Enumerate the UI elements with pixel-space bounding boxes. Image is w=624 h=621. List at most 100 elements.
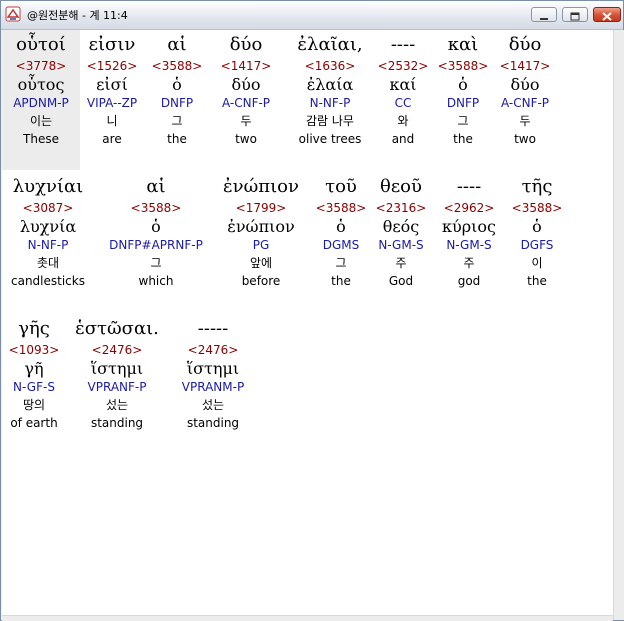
- english-gloss: the: [167, 132, 187, 146]
- horizontal-scrollbar[interactable]: [2, 615, 613, 621]
- strong-number: <3778>: [15, 59, 67, 73]
- korean-gloss: 섰는: [201, 398, 225, 412]
- lemma-word: κύριος: [442, 217, 496, 236]
- strong-number: <3588>: [130, 201, 182, 215]
- word-3-3[interactable]: ----- <2476> ἵστημι VPRANM-P 섰는 standing: [170, 316, 256, 431]
- greek-word: τῆς: [521, 176, 553, 197]
- lemma-word: ὁ: [172, 75, 182, 94]
- strong-number: <2476>: [187, 343, 239, 357]
- strong-number: <1417>: [220, 59, 272, 73]
- strong-number: <3588>: [437, 59, 489, 73]
- word-2-7[interactable]: τῆς <3588> ὁ DGFS 이 the: [510, 174, 564, 289]
- korean-gloss: 땅의: [22, 398, 46, 412]
- strong-number: <1636>: [304, 59, 356, 73]
- korean-gloss: 이는: [29, 114, 53, 128]
- word-2-6[interactable]: ---- <2962> κύριος N-GM-S 주 god: [434, 174, 504, 289]
- lemma-word: ἵστημι: [186, 359, 240, 378]
- minimize-button[interactable]: [531, 7, 557, 22]
- korean-gloss: 주: [463, 256, 475, 270]
- english-gloss: which: [138, 274, 174, 288]
- interlinear-view[interactable]: οὗτοί <3778> οὗτος APDNM-P 이는 These εἰσι…: [2, 30, 613, 615]
- english-gloss: olive trees: [298, 132, 362, 146]
- greek-word: αἱ: [146, 176, 166, 197]
- strong-number: <1417>: [499, 59, 551, 73]
- strong-number: <2476>: [91, 343, 143, 357]
- greek-word: ἑστῶσαι.: [75, 318, 159, 339]
- close-button[interactable]: [593, 7, 621, 22]
- korean-gloss: 그: [171, 114, 183, 128]
- app-icon: [5, 6, 21, 22]
- close-icon: [602, 12, 612, 21]
- greek-word: -----: [197, 318, 229, 339]
- greek-word: δύο: [508, 34, 542, 55]
- korean-gloss: 촛대: [36, 256, 60, 270]
- korean-gloss: 니: [106, 114, 118, 128]
- title-bar[interactable]: @원전분해 - 계 11:4: [1, 1, 623, 30]
- parsing-code: A-CNF-P: [500, 96, 550, 110]
- vertical-scrollbar[interactable]: [613, 30, 624, 620]
- english-gloss: of earth: [10, 416, 58, 430]
- korean-gloss: 이: [531, 256, 543, 270]
- word-2-4[interactable]: τοῦ <3588> ὁ DGMS 그 the: [314, 174, 368, 289]
- lemma-word: ὁ: [336, 217, 346, 236]
- lemma-word: γῆ: [24, 359, 44, 378]
- english-gloss: two: [235, 132, 257, 146]
- greek-word: εἰσιν: [88, 34, 136, 55]
- word-3-2[interactable]: ἑστῶσαι. <2476> ἵστημι VPRANF-P 섰는 stand…: [72, 316, 162, 431]
- english-gloss: the: [453, 132, 473, 146]
- english-gloss: the: [331, 274, 351, 288]
- korean-gloss: 주: [395, 256, 407, 270]
- strong-number: <1093>: [8, 343, 60, 357]
- parsing-code: DGMS: [322, 238, 360, 252]
- maximize-button[interactable]: [562, 7, 588, 22]
- parsing-code: N-NF-P: [309, 96, 351, 110]
- word-2-1[interactable]: λυχνίαι <3087> λυχνία N-NF-P 촛대 candlest…: [6, 174, 90, 289]
- word-1-5[interactable]: ἐλαῖαι, <1636> ἐλαία N-NF-P 감람 나무 olive …: [289, 32, 371, 147]
- english-gloss: standing: [90, 416, 144, 430]
- english-gloss: candlesticks: [11, 274, 85, 288]
- parsing-code: APDNM-P: [13, 96, 69, 110]
- korean-gloss: 섰는: [105, 398, 129, 412]
- word-1-7[interactable]: καὶ <3588> ὁ DNFP 그 the: [436, 32, 490, 147]
- word-2-2[interactable]: αἱ <3588> ὁ DNFP#APRNF-P 그 which: [106, 174, 206, 289]
- greek-word: ἐνώπιον: [223, 176, 299, 197]
- english-gloss: These: [23, 132, 59, 146]
- strong-number: <3588>: [151, 59, 203, 73]
- greek-word: τοῦ: [325, 176, 357, 197]
- word-1-3[interactable]: αἱ <3588> ὁ DNFP 그 the: [150, 32, 204, 147]
- korean-gloss: 그: [335, 256, 347, 270]
- parsing-code: N-GM-S: [446, 238, 492, 252]
- word-1-4[interactable]: δύο <1417> δύο A-CNF-P 두 two: [214, 32, 278, 147]
- parsing-code: VIPA--ZP: [86, 96, 138, 110]
- parsing-code: VPRANF-P: [87, 380, 147, 394]
- word-1-1[interactable]: οὗτοί <3778> οὗτος APDNM-P 이는 These: [2, 32, 80, 147]
- english-gloss: standing: [186, 416, 240, 430]
- lemma-word: ἵστημι: [90, 359, 144, 378]
- word-1-8[interactable]: δύο <1417> δύο A-CNF-P 두 two: [494, 32, 556, 147]
- greek-word: ἐλαῖαι,: [297, 34, 363, 55]
- strong-number: <2316>: [375, 201, 427, 215]
- korean-gloss: 두: [240, 114, 252, 128]
- strong-number: <2962>: [443, 201, 495, 215]
- strong-number: <1526>: [86, 59, 138, 73]
- parsing-code: PG: [252, 238, 270, 252]
- lemma-word: δύο: [231, 75, 261, 94]
- word-2-5[interactable]: θεοῦ <2316> θεός N-GM-S 주 God: [372, 174, 430, 289]
- word-3-1[interactable]: γῆς <1093> γῆ N-GF-S 땅의 of earth: [6, 316, 62, 431]
- parsing-code: VPRANM-P: [181, 380, 245, 394]
- word-1-6[interactable]: ---- <2532> καί CC 와 and: [376, 32, 430, 147]
- english-gloss: and: [391, 132, 415, 146]
- lemma-word: δύο: [510, 75, 540, 94]
- word-2-3[interactable]: ἐνώπιον <1799> ἐνώπιον PG 앞에 before: [214, 174, 308, 289]
- english-gloss: before: [241, 274, 281, 288]
- strong-number: <2532>: [377, 59, 429, 73]
- greek-word: καὶ: [447, 34, 479, 55]
- maximize-icon: [570, 12, 580, 21]
- word-1-2[interactable]: εἰσιν <1526> εἰσί VIPA--ZP 니 are: [82, 32, 142, 147]
- greek-word: λυχνίαι: [12, 176, 84, 197]
- lemma-word: οὗτος: [17, 75, 65, 94]
- english-gloss: god: [457, 274, 481, 288]
- greek-word: θεοῦ: [380, 176, 422, 197]
- parsing-code: DNFP#APRNF-P: [109, 238, 203, 252]
- strong-number: <3087>: [22, 201, 74, 215]
